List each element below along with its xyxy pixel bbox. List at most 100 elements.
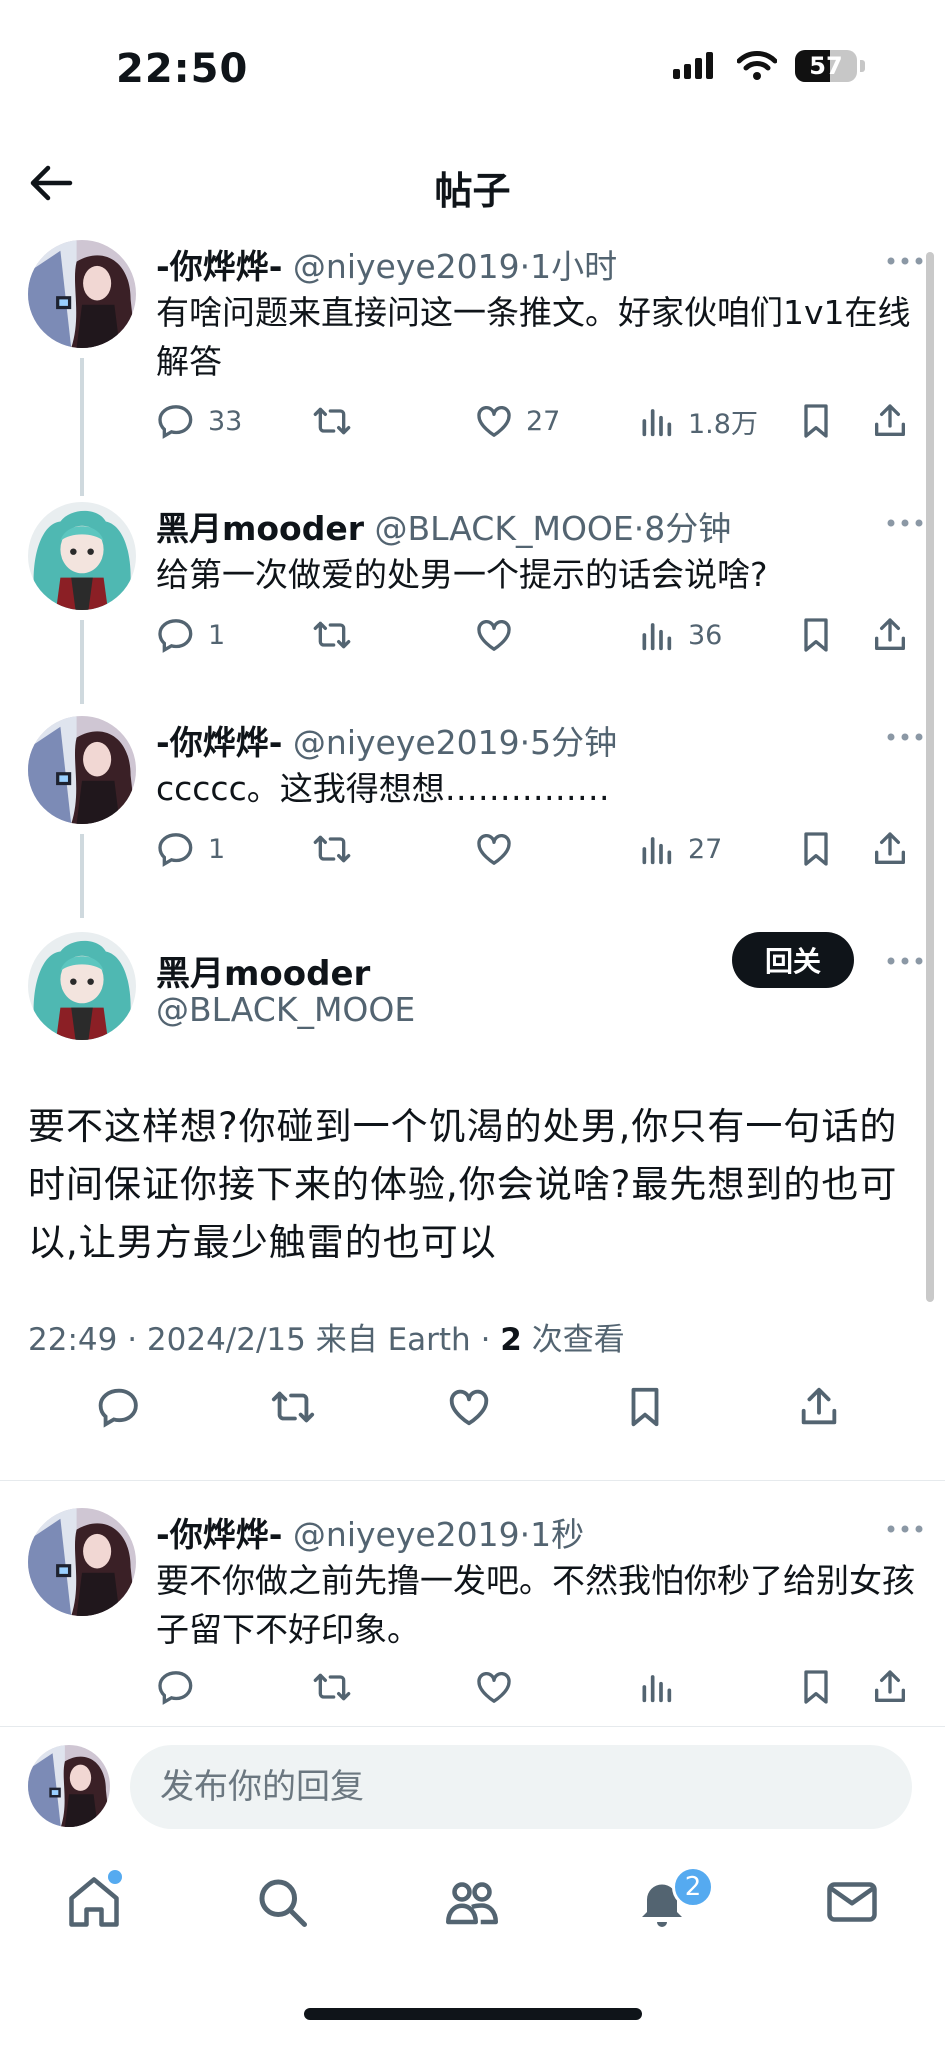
signal-icon: [673, 52, 713, 79]
reply-tweet[interactable]: -你烨烨- @niyeye2019·1秒 要不你做之前先撸一发吧。不然我怕你秒了…: [0, 1508, 925, 1708]
more-icon[interactable]: [885, 254, 925, 268]
bookmark-button[interactable]: [796, 612, 836, 658]
views-count: 27: [688, 833, 723, 865]
share-button[interactable]: [870, 826, 910, 872]
tweet-time: 1秒: [530, 1515, 585, 1554]
page-title: 帖子: [434, 169, 511, 213]
like-button[interactable]: [474, 612, 526, 658]
tweet-text: 给第一次做爱的处男一个提示的话会说啥?: [156, 555, 768, 594]
share-icon: [870, 829, 910, 869]
bookmark-button[interactable]: [796, 1664, 836, 1710]
reply-icon: [156, 615, 196, 655]
author-name[interactable]: 黑月mooder: [156, 946, 370, 995]
avatar[interactable]: [28, 502, 136, 610]
bookmark-button[interactable]: [796, 826, 836, 872]
bookmark-icon: [796, 401, 836, 441]
status-icons: 57: [673, 50, 865, 82]
separator: ·: [519, 1515, 531, 1554]
bookmark-button[interactable]: [796, 398, 836, 444]
reply-button[interactable]: 1: [156, 826, 225, 872]
tweet-source: 来自 Earth: [315, 1322, 471, 1358]
thread-tweet[interactable]: -你烨烨- @niyeye2019·5分钟 ccccc。这我得想想…………… 1…: [0, 716, 925, 918]
retweet-button[interactable]: [312, 826, 364, 872]
retweet-button[interactable]: [312, 612, 364, 658]
more-icon[interactable]: [885, 1522, 925, 1536]
more-icon[interactable]: [885, 730, 925, 744]
reply-count: 33: [208, 405, 243, 437]
views-button[interactable]: 27: [636, 826, 722, 872]
share-icon: [796, 1384, 842, 1430]
views-button[interactable]: [636, 1664, 676, 1710]
notification-badge: 2: [672, 1866, 714, 1908]
share-icon: [870, 615, 910, 655]
bookmark-button[interactable]: [622, 1384, 668, 1430]
tweet-meta: 22:49 · 2024/2/15 来自 Earth · 2 次查看: [28, 1322, 625, 1358]
scrollbar[interactable]: [926, 252, 934, 1302]
author-name[interactable]: -你烨烨-: [156, 1515, 282, 1554]
search-icon: [259, 1879, 307, 1927]
battery-percentage: 57: [809, 52, 843, 80]
author-handle[interactable]: @BLACK_MOOE: [156, 990, 415, 1029]
thread-tweet[interactable]: -你烨烨- @niyeye2019·1小时 有啥问题来直接问这一条推文。好家伙咱…: [0, 240, 925, 496]
avatar[interactable]: [28, 932, 136, 1040]
reply-icon: [156, 1667, 196, 1707]
reply-button[interactable]: [96, 1384, 142, 1430]
separator: ·: [633, 509, 645, 548]
views-button[interactable]: 1.8万: [636, 398, 758, 444]
tweet-header: -你烨烨- @niyeye2019·1小时: [156, 240, 617, 288]
bookmark-icon: [622, 1384, 668, 1430]
views-button[interactable]: 36: [636, 612, 722, 658]
like-icon: [474, 1667, 514, 1707]
tweet-time: 5分钟: [530, 723, 618, 762]
like-button[interactable]: [446, 1384, 492, 1430]
status-time: 22:50: [116, 46, 249, 92]
author-handle[interactable]: @niyeye2019: [293, 723, 520, 762]
reply-input[interactable]: [130, 1745, 912, 1829]
author-handle[interactable]: @niyeye2019: [293, 247, 520, 286]
like-button[interactable]: [474, 826, 526, 872]
reply-button[interactable]: 33: [156, 398, 242, 444]
battery-cap: [860, 60, 865, 72]
tweet-actions: 33 27 1.8万: [156, 398, 916, 444]
tweet-time: 8分钟: [644, 509, 732, 548]
author-name[interactable]: 黑月mooder: [156, 509, 364, 548]
tab-search[interactable]: [252, 1872, 312, 1932]
tab-messages[interactable]: [822, 1872, 882, 1932]
like-icon: [446, 1384, 492, 1430]
avatar[interactable]: [28, 1745, 110, 1827]
retweet-button[interactable]: [312, 398, 364, 444]
reply-button[interactable]: [156, 1664, 196, 1710]
thread-line: [80, 358, 84, 496]
share-button[interactable]: [870, 1664, 910, 1710]
avatar[interactable]: [28, 1508, 136, 1616]
tweet-text: 要不你做之前先撸一发吧。不然我怕你秒了给别女孩子留下不好印象。: [156, 1561, 915, 1649]
tab-communities[interactable]: [442, 1872, 502, 1932]
retweet-icon: [312, 401, 352, 441]
author-handle[interactable]: @BLACK_MOOE: [375, 509, 634, 548]
reply-icon: [156, 829, 196, 869]
views-count[interactable]: 2: [500, 1322, 522, 1358]
more-icon[interactable]: [885, 954, 925, 968]
share-icon: [870, 401, 910, 441]
avatar[interactable]: [28, 716, 136, 824]
more-icon[interactable]: [885, 516, 925, 530]
reply-count: 1: [208, 833, 226, 865]
retweet-button[interactable]: [270, 1384, 316, 1430]
home-indicator[interactable]: [304, 2008, 642, 2020]
mail-icon: [827, 1882, 877, 1922]
share-button[interactable]: [796, 1384, 842, 1430]
avatar[interactable]: [28, 240, 136, 348]
like-button[interactable]: 27: [474, 398, 560, 444]
follow-back-button[interactable]: 回关: [732, 932, 854, 988]
views-icon: [636, 401, 676, 441]
author-name[interactable]: -你烨烨-: [156, 723, 282, 762]
share-button[interactable]: [870, 398, 910, 444]
like-button[interactable]: [474, 1664, 514, 1710]
retweet-button[interactable]: [312, 1664, 352, 1710]
thread-tweet[interactable]: 黑月mooder @BLACK_MOOE·8分钟 给第一次做爱的处男一个提示的话…: [0, 502, 925, 704]
reply-button[interactable]: 1: [156, 612, 225, 658]
views-label[interactable]: 次查看: [532, 1322, 625, 1358]
author-handle[interactable]: @niyeye2019: [293, 1515, 520, 1554]
author-name[interactable]: -你烨烨-: [156, 247, 282, 286]
share-button[interactable]: [870, 612, 910, 658]
